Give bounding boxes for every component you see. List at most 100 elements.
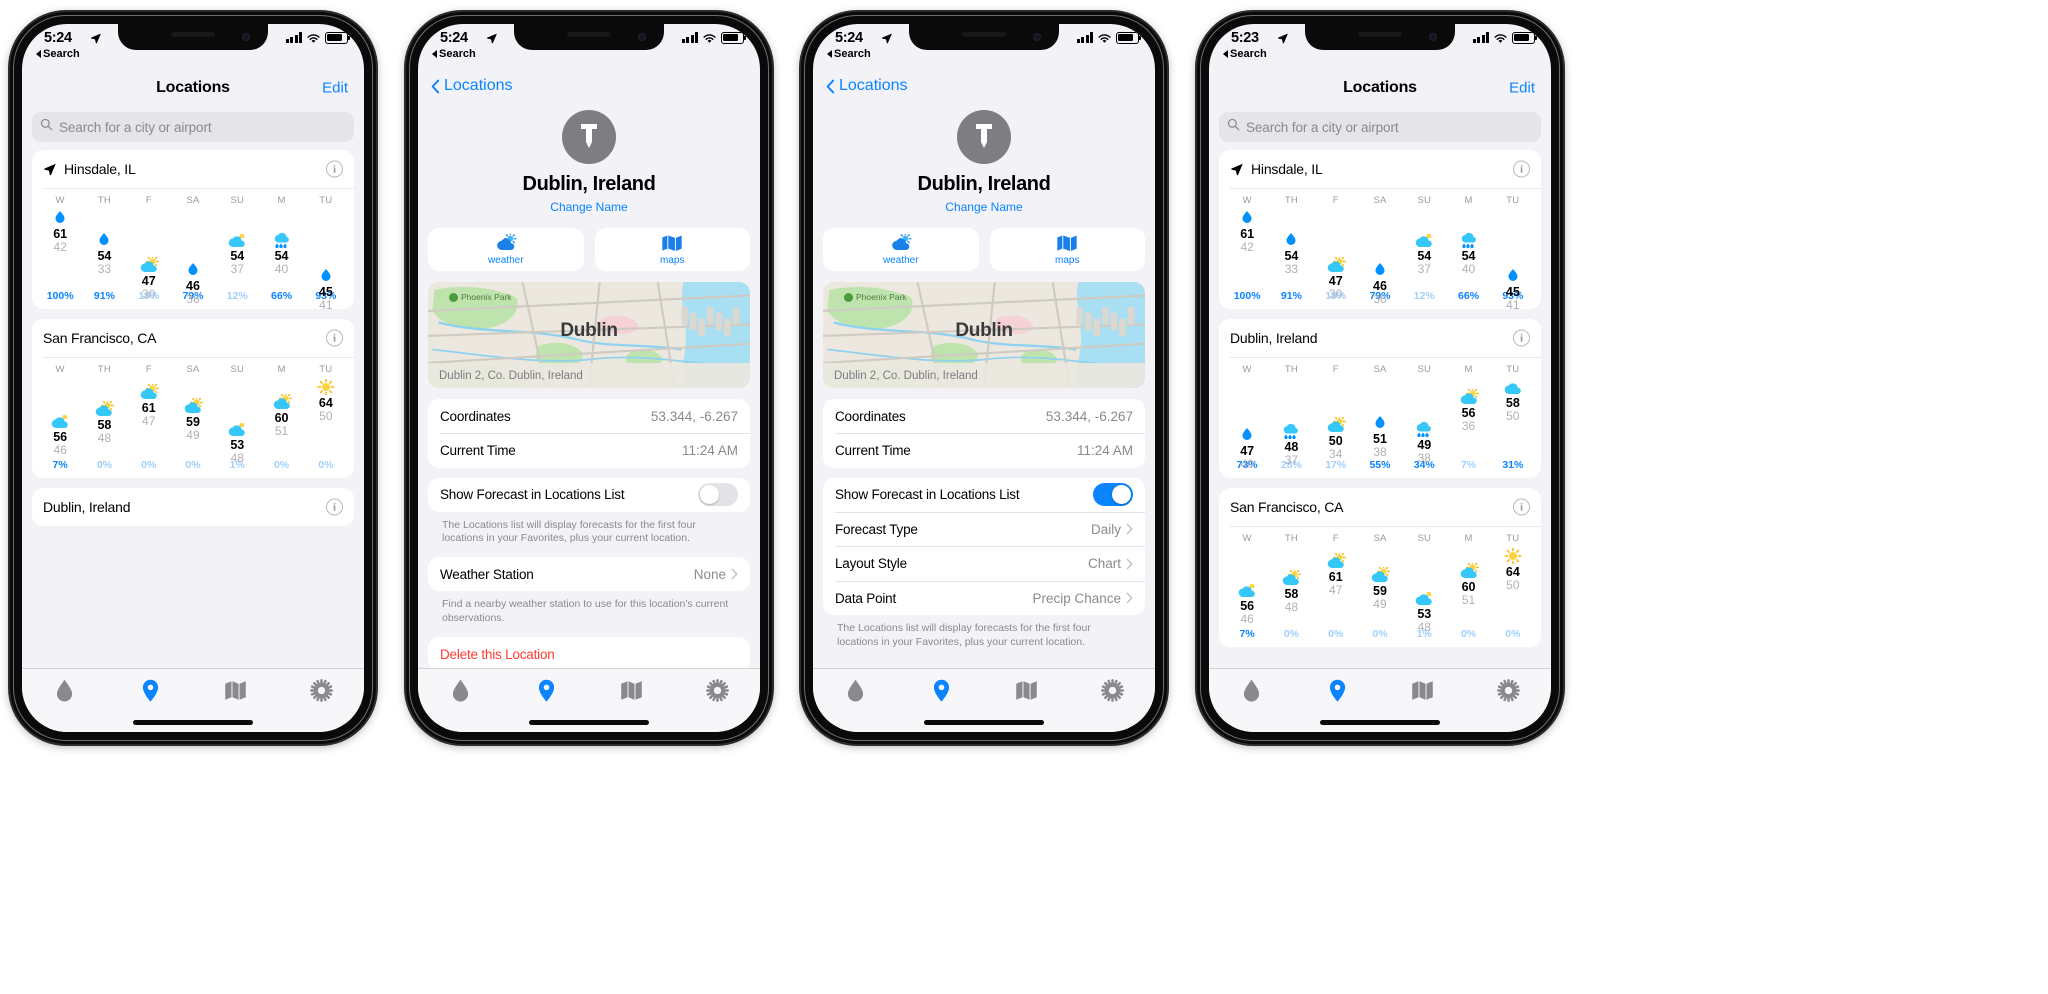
location-card[interactable]: Dublin, Ireland i W TH F SA SU M TU 47 40 48 37 50 34 5…	[1219, 319, 1541, 478]
change-name-button[interactable]: Change Name	[418, 200, 760, 214]
settings-row[interactable]: Current Time 11:24 AM	[428, 434, 750, 468]
forecast-column: 51 38	[1358, 415, 1402, 459]
location-card[interactable]: Dublin, Ireland i	[32, 488, 354, 526]
show-forecast-toggle[interactable]	[1093, 483, 1133, 506]
info-button[interactable]: i	[1513, 160, 1530, 178]
search-container: Search for a city or airport	[32, 112, 354, 142]
show-forecast-toggle[interactable]	[698, 483, 738, 506]
forecast-day-label: TH	[1284, 195, 1298, 206]
open-in-weather-button[interactable]: weather	[823, 228, 979, 271]
forecast-low-temp: 41	[1506, 298, 1520, 309]
change-name-button[interactable]: Change Name	[813, 200, 1155, 214]
back-triangle-icon	[432, 50, 437, 58]
home-indicator[interactable]	[133, 720, 253, 725]
location-card[interactable]: San Francisco, CA i W TH F SA SU M TU 56 46 58 48 61 4…	[1219, 488, 1541, 647]
weather-icon-rain	[1503, 268, 1523, 284]
forecast-columns: 61 42 54 33 47 30 46 36 54 37 54 40 45 41	[1225, 210, 1535, 309]
open-in-weather-button[interactable]: weather	[428, 228, 584, 271]
signal-bar	[290, 37, 293, 44]
notch	[118, 24, 268, 50]
location-card-header[interactable]: San Francisco, CA i	[32, 319, 354, 357]
search-input[interactable]: Search for a city or airport	[1219, 112, 1541, 142]
settings-row[interactable]: Data Point Precip Chance	[823, 581, 1145, 615]
weather-icon-partly-sunny	[183, 396, 203, 414]
home-indicator[interactable]	[529, 720, 649, 725]
info-button[interactable]: i	[326, 160, 343, 178]
settings-row[interactable]: Current Time 11:24 AM	[823, 434, 1145, 468]
signal-bar	[285, 39, 289, 44]
search-container: Search for a city or airport	[1219, 112, 1541, 142]
tab-map[interactable]	[193, 678, 279, 703]
location-card-header[interactable]: Dublin, Ireland i	[1219, 319, 1541, 357]
signal-bar	[294, 34, 298, 44]
settings-row[interactable]: Coordinates 53.344, -6.267	[428, 399, 750, 433]
forecast-column: 45 41	[304, 268, 348, 309]
app-label: weather	[487, 254, 524, 266]
back-to-locations-button[interactable]: Locations	[826, 77, 908, 95]
edit-button[interactable]: Edit	[1509, 80, 1535, 97]
forecast-low-temp: 46	[53, 443, 67, 457]
status-back-to-app[interactable]: Search	[1223, 48, 1267, 60]
status-back-to-app[interactable]: Search	[827, 48, 871, 60]
home-indicator[interactable]	[924, 720, 1044, 725]
info-button[interactable]: i	[326, 329, 343, 347]
back-triangle-icon	[827, 50, 832, 58]
forecast-precip-value: 0%	[185, 459, 201, 471]
location-card-header[interactable]: Dublin, Ireland i	[32, 488, 354, 526]
open-in-maps-button[interactable]: maps	[594, 228, 750, 271]
forecast-day-label: TH	[1284, 533, 1298, 544]
delete-location-row[interactable]: Delete this Location	[428, 637, 750, 668]
tab-pin[interactable]	[899, 678, 985, 703]
tab-pin[interactable]	[108, 678, 194, 703]
location-name: San Francisco, CA	[1230, 499, 1344, 515]
status-back-to-app[interactable]: Search	[432, 48, 476, 60]
info-button[interactable]: i	[1513, 329, 1530, 347]
edit-button[interactable]: Edit	[322, 80, 348, 97]
weather-station-row[interactable]: Weather Station None	[428, 557, 750, 591]
tab-map[interactable]	[589, 678, 675, 703]
location-card-header[interactable]: San Francisco, CA i	[1219, 488, 1541, 526]
tab-gear[interactable]	[675, 678, 761, 703]
tab-map[interactable]	[1380, 678, 1466, 703]
forecast-high-temp: 47	[1240, 444, 1255, 458]
show-forecast-row[interactable]: Show Forecast in Locations List	[823, 478, 1145, 512]
forecast-high-temp: 46	[1373, 279, 1387, 293]
tab-drop[interactable]	[22, 678, 108, 703]
tab-drop[interactable]	[418, 678, 504, 703]
info-button[interactable]: i	[1513, 498, 1530, 516]
open-in-maps-button[interactable]: maps	[989, 228, 1145, 271]
location-card[interactable]: San Francisco, CA i W TH F SA SU M TU 56 46 58 48 61 4…	[32, 319, 354, 478]
forecast-high-temp: 47	[141, 274, 156, 288]
map-preview[interactable]: Phoenix Park Dublin Dublin 2, Co. Dublin, …	[823, 282, 1145, 388]
status-back-label: Search	[43, 48, 80, 60]
location-card[interactable]: Hinsdale, IL i W TH F SA SU M TU 61 42 54 33 47 30 46 36…	[32, 150, 354, 309]
tab-drop[interactable]	[1209, 678, 1295, 703]
status-back-to-app[interactable]: Search	[36, 48, 80, 60]
battery-icon	[721, 32, 747, 44]
location-card-header[interactable]: Hinsdale, IL i	[32, 150, 354, 188]
map-preview[interactable]: Phoenix Park Dublin Dublin 2, Co. Dublin, …	[428, 282, 750, 388]
show-forecast-row[interactable]: Show Forecast in Locations List	[428, 478, 750, 512]
forecast-chart: W TH F SA SU M TU 56 46 58 48 61 47 59 49 53 48 60 51 64 50 7…	[1219, 527, 1541, 647]
forecast-column: 59 49	[1358, 565, 1402, 611]
forecast-low-temp: 51	[1461, 593, 1476, 607]
location-card[interactable]: Hinsdale, IL i W TH F SA SU M TU 61 42 54 33 47 30 46 36…	[1219, 150, 1541, 309]
info-button[interactable]: i	[326, 498, 343, 516]
tab-gear[interactable]	[1466, 678, 1552, 703]
tab-map[interactable]	[984, 678, 1070, 703]
search-input[interactable]: Search for a city or airport	[32, 112, 354, 142]
settings-row[interactable]: Coordinates 53.344, -6.267	[823, 399, 1145, 433]
location-card-header[interactable]: Hinsdale, IL i	[1219, 150, 1541, 188]
weather-icon-partly-cloudy	[227, 421, 247, 437]
tab-pin[interactable]	[504, 678, 590, 703]
tab-gear[interactable]	[1070, 678, 1156, 703]
settings-row[interactable]: Forecast Type Daily	[823, 512, 1145, 546]
tab-drop[interactable]	[813, 678, 899, 703]
back-to-locations-button[interactable]: Locations	[431, 77, 513, 95]
tab-pin[interactable]	[1295, 678, 1381, 703]
home-indicator[interactable]	[1320, 720, 1440, 725]
forecast-precip-value: 91%	[93, 290, 115, 302]
row-label: Show Forecast in Locations List	[440, 487, 625, 502]
tab-gear[interactable]	[279, 678, 365, 703]
settings-row[interactable]: Layout Style Chart	[823, 547, 1145, 581]
